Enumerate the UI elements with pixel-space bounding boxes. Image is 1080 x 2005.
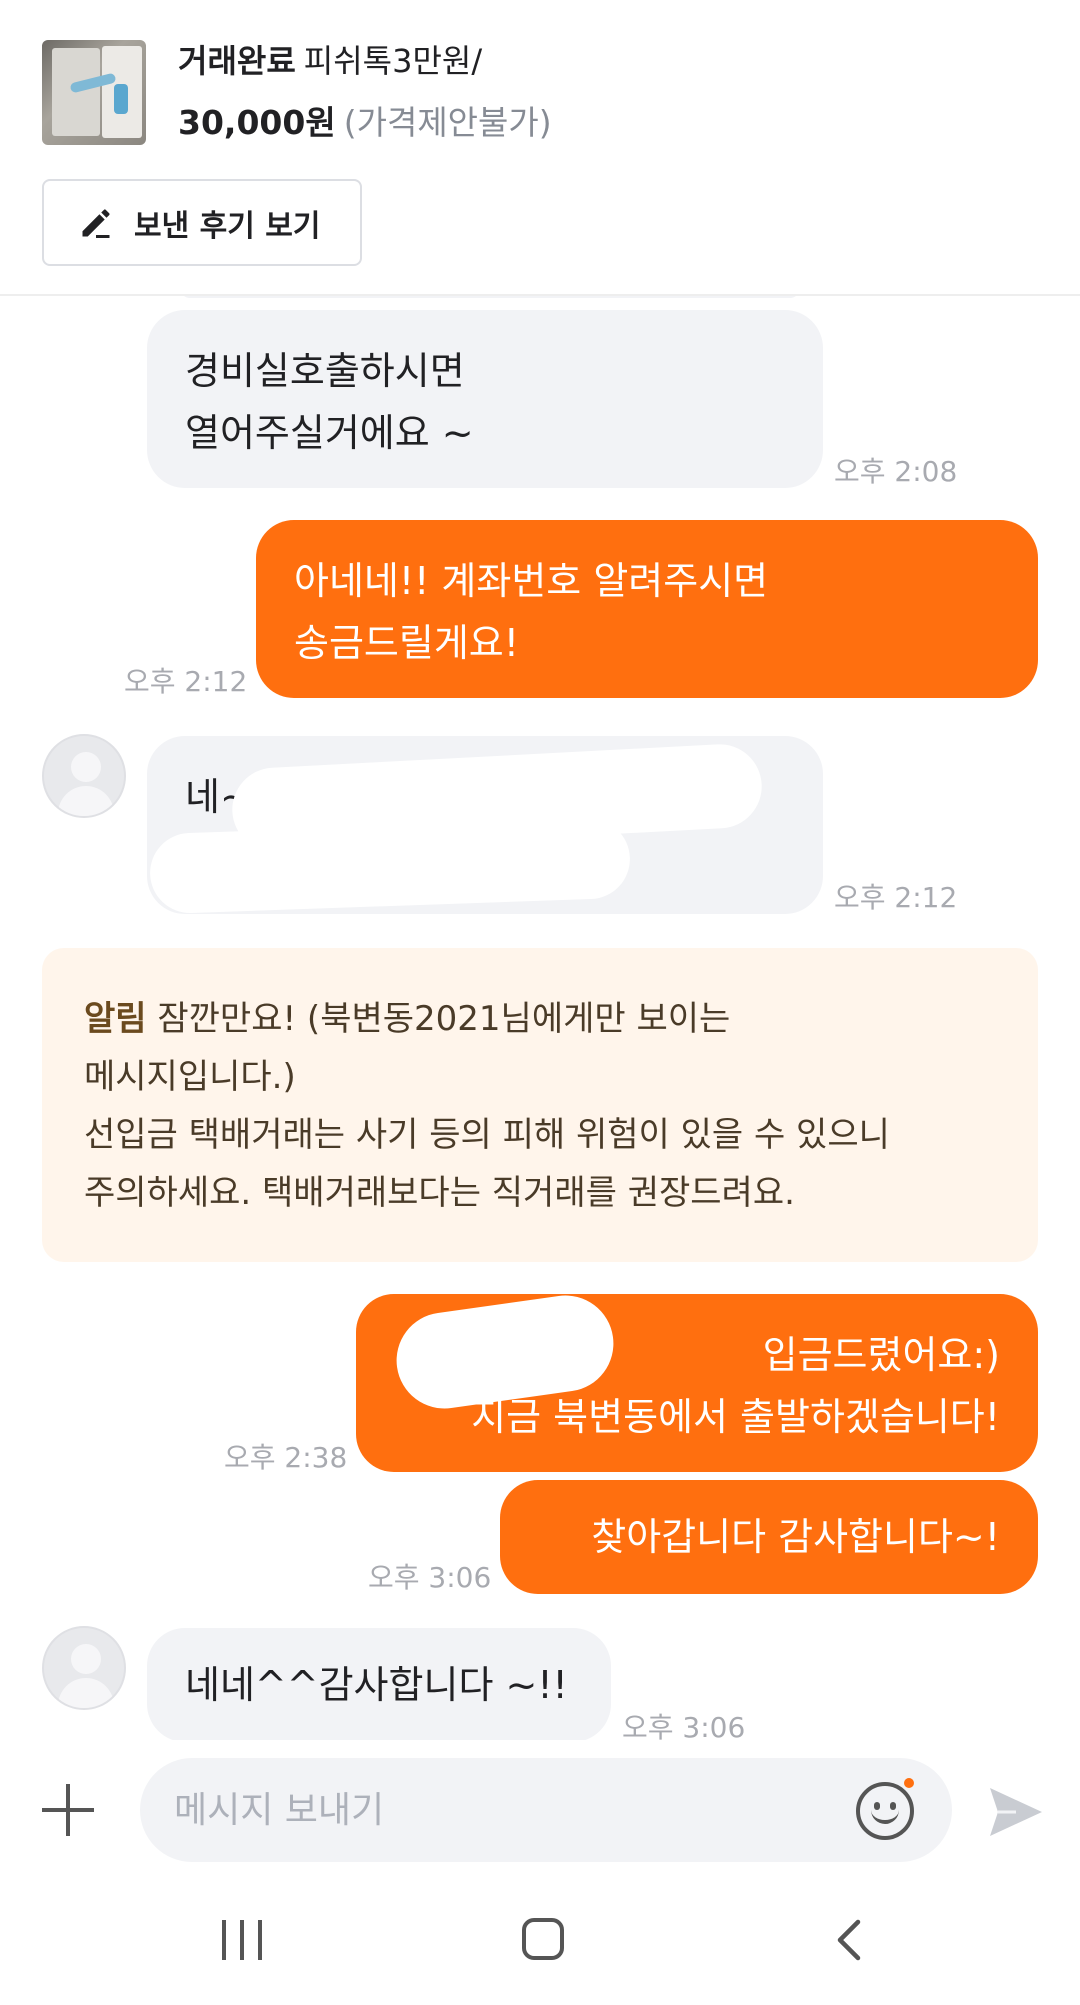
trade-status: 거래완료 — [178, 42, 296, 80]
product-name: 피쉬톡3만원/ — [303, 42, 483, 80]
price-note: (가격제안불가) — [343, 103, 552, 142]
notification-dot — [902, 1776, 916, 1790]
recent-apps-icon[interactable] — [222, 1920, 266, 1960]
avatar[interactable] — [42, 734, 126, 818]
message-line: 송금드릴게요! — [294, 621, 519, 665]
redaction-mark — [148, 817, 632, 915]
system-navigation-bar — [0, 1880, 1080, 2005]
clipped-message-fragment — [180, 296, 800, 298]
message-time: 오후 2:08 — [834, 455, 958, 488]
product-title[interactable]: 거래완료 피쉬톡3만원/ — [178, 40, 482, 82]
message-time: 오후 3:06 — [368, 1561, 492, 1594]
message-time: 오후 2:12 — [124, 665, 248, 698]
notice-text: 메시지입니다.) — [84, 1057, 296, 1097]
message-time: 오후 2:12 — [834, 881, 958, 914]
incoming-message[interactable]: 경비실호출하시면 열어주실거에요 ~ — [147, 310, 823, 488]
message-line: 경비실호출하시면 — [185, 349, 465, 393]
send-icon[interactable] — [986, 1784, 1046, 1840]
notice-text: 잠깐만요! (북변동2021님에게만 보이는 — [146, 999, 731, 1039]
message-line: 열어주실거에요 ~ — [185, 411, 474, 455]
message-line: 찾아갑니다 감사합니다~! — [591, 1515, 1000, 1559]
home-icon[interactable] — [522, 1918, 564, 1960]
avatar[interactable] — [42, 1626, 126, 1710]
back-icon[interactable] — [830, 1918, 870, 1962]
message-input[interactable] — [174, 1758, 834, 1862]
notice-text: 선입금 택배거래는 사기 등의 피해 위험이 있을 수 있으니 — [84, 1115, 890, 1155]
message-line: 아네네!! 계좌번호 알려주시면 — [294, 559, 769, 603]
review-button-label: 보낸 후기 보기 — [134, 208, 321, 244]
product-price-row: 30,000원 (가격제안불가) — [178, 102, 552, 144]
outgoing-message[interactable]: 찾아갑니다 감사합니다~! — [500, 1480, 1038, 1594]
plus-icon[interactable] — [40, 1782, 96, 1838]
emoji-icon[interactable] — [856, 1776, 916, 1840]
incoming-message[interactable]: 네네^^감사합니다 ~!! — [147, 1628, 611, 1740]
message-time: 오후 2:38 — [224, 1441, 348, 1474]
message-input-bar — [0, 1740, 1080, 1880]
outgoing-message[interactable]: 아네네!! 계좌번호 알려주시면 송금드릴게요! — [256, 520, 1038, 698]
chat-area[interactable]: 경비실호출하시면 열어주실거에요 ~ 오후 2:08 아네네!! 계좌번호 알려… — [0, 296, 1080, 1740]
message-line: 네네^^감사합니다 ~!! — [185, 1663, 568, 1707]
message-input-container[interactable] — [140, 1758, 952, 1862]
notice-text: 주의하세요. 택배거래보다는 직거래를 권장드려요. — [84, 1173, 795, 1213]
product-price: 30,000원 — [178, 103, 336, 142]
product-header: 거래완료 피쉬톡3만원/ 30,000원 (가격제안불가) 보낸 후기 보기 — [0, 0, 1080, 296]
product-thumbnail[interactable] — [42, 40, 146, 145]
safety-notice: 알림 잠깐만요! (북변동2021님에게만 보이는 메시지입니다.) 선입금 택… — [42, 948, 1038, 1262]
view-sent-review-button[interactable]: 보낸 후기 보기 — [42, 179, 362, 266]
notice-label: 알림 — [84, 999, 147, 1039]
message-time: 오후 3:06 — [622, 1711, 746, 1740]
pencil-icon — [82, 209, 110, 238]
